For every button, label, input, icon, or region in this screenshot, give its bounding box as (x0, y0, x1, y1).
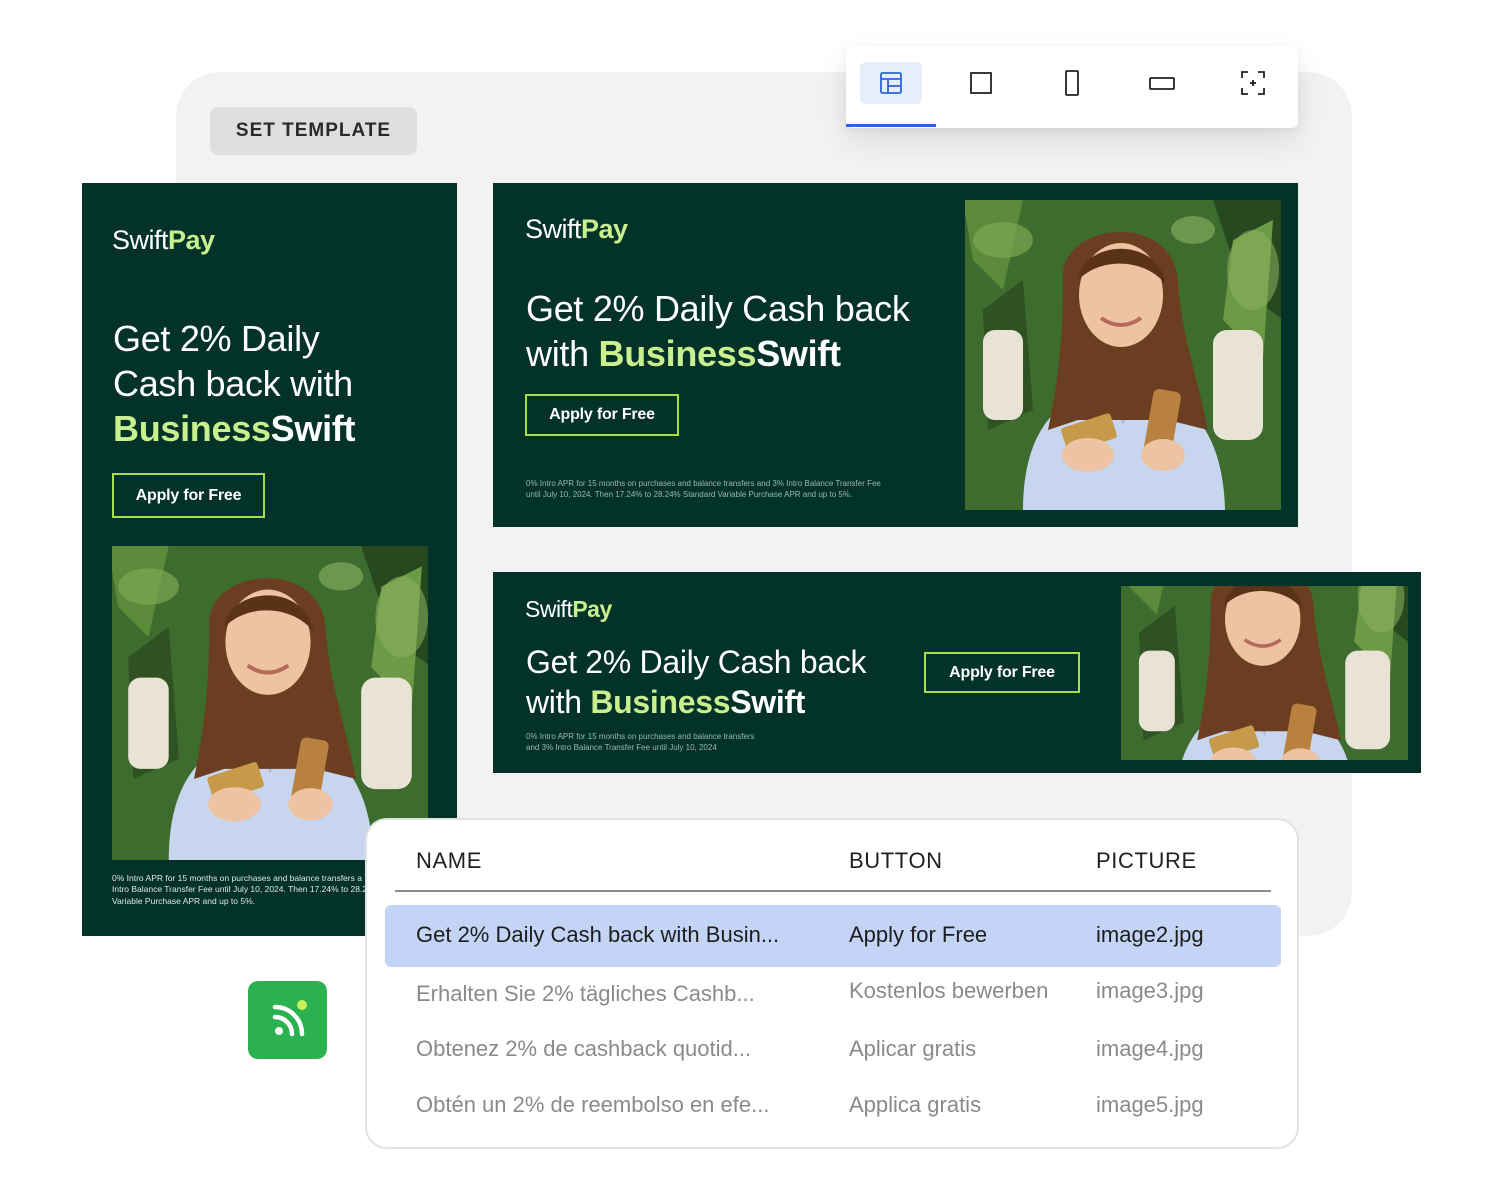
disclaimer-line: Variable Purchase APR and up to 5%. (112, 895, 256, 906)
apply-button[interactable]: Apply for Free (924, 652, 1080, 693)
header-divider (395, 890, 1271, 892)
ad-photo (1121, 586, 1408, 760)
ad-headline: Get 2% Daily Cash back with BusinessSwif… (526, 286, 910, 376)
headline-business: Business (598, 333, 757, 374)
cell-button: Apply for Free (849, 922, 988, 947)
ad-disclaimer: 0% Intro APR for 15 months on purchases … (526, 732, 755, 754)
brand-logo: SwiftPay (112, 225, 215, 256)
headline-business: Business (113, 408, 271, 449)
apply-button[interactable]: Apply for Free (112, 473, 265, 518)
brand-logo: SwiftPay (525, 596, 612, 623)
cell-button: Kostenlos bewerben (849, 978, 1049, 1003)
square-format-icon[interactable] (950, 62, 1012, 104)
column-header-picture[interactable]: PICTURE (1096, 848, 1197, 874)
ad-preview-banner[interactable]: SwiftPay Get 2% Daily Cash back with Bus… (493, 572, 1421, 773)
headline-with: with (526, 333, 589, 374)
portrait-format-icon[interactable] (1041, 62, 1103, 104)
headline-line: Get 2% Daily (113, 318, 320, 359)
table-row[interactable]: Obtén un 2% de reembolso en efe... Appli… (367, 1075, 1297, 1137)
headline-swift: Swift (270, 408, 356, 449)
ad-headline: Get 2% Daily Cash back with BusinessSwif… (113, 316, 355, 451)
cell-picture: image4.jpg (1096, 1036, 1204, 1061)
headline-with: with (526, 684, 582, 720)
cell-name: Obtén un 2% de reembolso en efe... (416, 1092, 770, 1117)
table-row[interactable]: Erhalten Sie 2% tägliches Cashb... Koste… (367, 964, 1297, 1026)
variants-table: NAME BUTTON PICTURE Get 2% Daily Cash ba… (365, 818, 1299, 1149)
ad-photo (112, 546, 428, 860)
table-row[interactable]: Get 2% Daily Cash back with Busin... App… (367, 905, 1297, 967)
headline-line: Get 2% Daily Cash back (526, 644, 867, 680)
ad-preview-landscape[interactable]: SwiftPay Get 2% Daily Cash back with Bus… (493, 183, 1298, 527)
cell-name: Erhalten Sie 2% tägliches Cashb... (416, 981, 755, 1006)
cell-picture: image2.jpg (1096, 922, 1204, 947)
brand-swift: Swift (112, 225, 169, 255)
headline-business: Business (590, 684, 731, 720)
set-template-button[interactable]: SET TEMPLATE (210, 107, 417, 155)
brand-swift: Swift (525, 214, 582, 244)
column-header-name[interactable]: NAME (416, 848, 482, 874)
ad-photo (965, 200, 1281, 510)
headline-brand: BusinessSwift (113, 406, 355, 451)
ad-disclaimer: 0% Intro APR for 15 months on purchases … (526, 479, 881, 501)
brand-pay: Pay (581, 214, 628, 244)
column-header-button[interactable]: BUTTON (849, 848, 943, 874)
headline-swift: Swift (756, 333, 841, 374)
ad-disclaimer: 0% Intro APR for 15 months on purchases … (112, 873, 367, 907)
cell-name: Obtenez 2% de cashback quotid... (416, 1036, 752, 1061)
disclaimer-line: 0% Intro APR for 15 months on purchases … (112, 873, 362, 883)
table-row[interactable]: Obtenez 2% de cashback quotid... Aplicar… (367, 1019, 1297, 1081)
apply-button[interactable]: Apply for Free (525, 394, 679, 436)
headline-line-2: with BusinessSwift (526, 682, 866, 722)
disclaimer-line: 0% Intro APR for 15 months on purchases … (526, 479, 881, 488)
ad-headline: Get 2% Daily Cash back with BusinessSwif… (526, 642, 867, 722)
cell-name: Get 2% Daily Cash back with Busin... (416, 922, 780, 947)
disclaimer-line: until July 10, 2024. Then 17.24% to 28.2… (526, 489, 853, 499)
brand-pay: Pay (572, 596, 612, 622)
active-tool-indicator (846, 124, 936, 127)
cell-button: Applica gratis (849, 1092, 982, 1117)
brand-logo: SwiftPay (525, 214, 628, 245)
rss-feed-icon[interactable] (248, 981, 327, 1059)
brand-pay: Pay (168, 225, 215, 255)
format-toolbar (846, 46, 1298, 128)
headline-line-2: with BusinessSwift (526, 331, 910, 376)
headline-swift: Swift (730, 684, 806, 720)
brand-swift: Swift (525, 596, 573, 622)
cell-picture: image5.jpg (1096, 1092, 1204, 1117)
focus-crop-icon[interactable] (1222, 62, 1284, 104)
disclaimer-line: Intro Balance Transfer Fee until July 10… (112, 884, 368, 895)
disclaimer-line: 0% Intro APR for 15 months on purchases … (526, 732, 755, 741)
headline-line: Get 2% Daily Cash back (526, 288, 910, 329)
cell-picture: image3.jpg (1096, 978, 1204, 1003)
layout-icon[interactable] (860, 62, 922, 104)
headline-line: Cash back with (113, 363, 353, 404)
cell-button: Aplicar gratis (849, 1036, 977, 1061)
landscape-format-icon[interactable] (1131, 62, 1193, 104)
disclaimer-line: and 3% Intro Balance Transfer Fee until … (526, 742, 717, 752)
